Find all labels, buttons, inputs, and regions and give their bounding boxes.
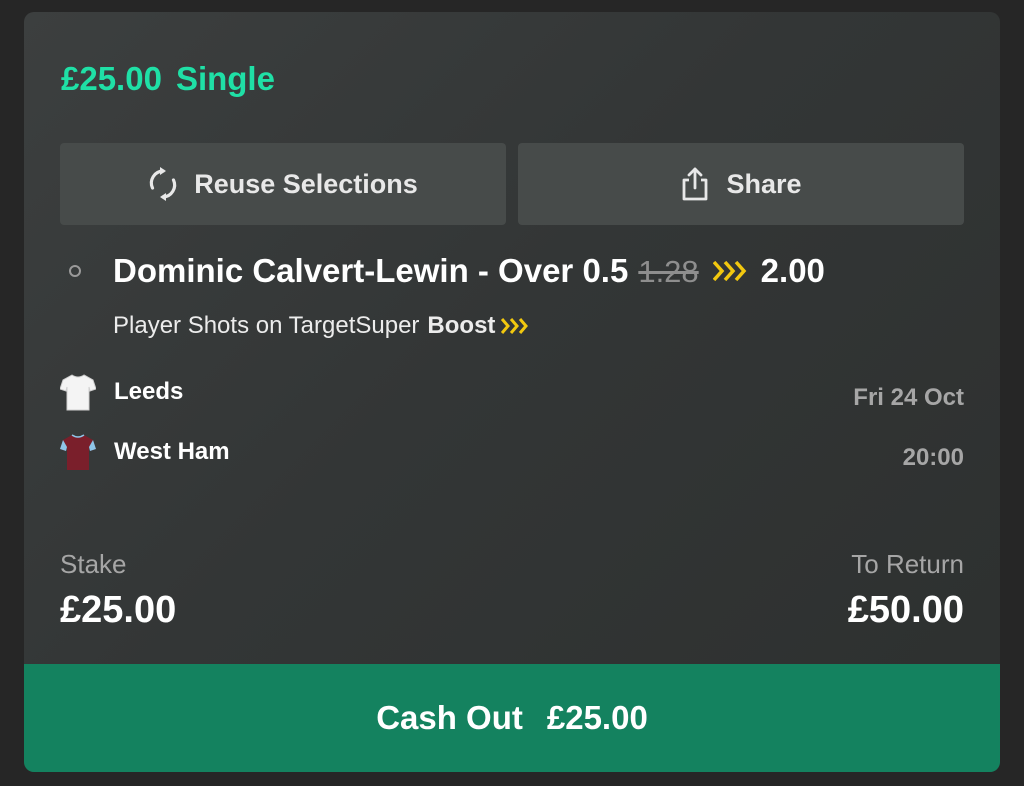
cash-out-label: Cash Out	[376, 699, 523, 736]
market-name: Player Shots on Target	[113, 312, 356, 339]
old-odds: 1.28	[638, 254, 699, 289]
boost-label: Boost	[427, 312, 496, 339]
stake-value: £25.00	[60, 589, 177, 631]
bet-stake-header: £25.00	[61, 60, 162, 97]
white-shirt-icon	[60, 374, 96, 411]
cash-out-button[interactable]: Cash Out £25.00	[24, 664, 1000, 772]
home-team: Leeds	[60, 373, 183, 411]
refresh-icon	[150, 167, 177, 201]
share-button[interactable]: Share	[518, 143, 964, 225]
boost-prefix: Super	[355, 312, 420, 339]
reuse-selections-label: Reuse Selections	[194, 168, 418, 199]
selection-line: Dominic Calvert-Lewin - Over 0.5 1.28 2.…	[113, 252, 825, 290]
share-icon	[683, 167, 708, 201]
selection-status-icon	[69, 265, 81, 277]
to-return-label: To Return	[851, 549, 964, 579]
bet-type: Single	[175, 60, 275, 97]
to-return-value: £50.00	[847, 589, 964, 631]
share-label: Share	[726, 168, 802, 199]
boosted-odds: 2.00	[760, 252, 825, 289]
stake-label: Stake	[60, 549, 127, 579]
away-team-name: West Ham	[114, 438, 230, 465]
home-team-name: Leeds	[114, 378, 184, 405]
bet-card: £25.00 Single Reuse Selections Share Domi…	[24, 12, 1000, 772]
bet-header: £25.00 Single	[61, 60, 275, 98]
reuse-selections-button[interactable]: Reuse Selections	[60, 143, 506, 225]
selection-name: Dominic Calvert-Lewin - Over 0.5	[113, 252, 629, 289]
event-date: Fri 24 Oct	[853, 384, 964, 411]
away-team: West Ham	[60, 433, 230, 471]
cash-out-amount: £25.00	[546, 699, 648, 736]
claret-shirt-icon	[60, 434, 96, 470]
market-line: Player Shots on Target Super Boost	[113, 312, 529, 340]
boost-chevrons-icon	[501, 318, 529, 334]
event-time: 20:00	[902, 444, 964, 471]
boost-chevrons-icon	[712, 260, 747, 282]
